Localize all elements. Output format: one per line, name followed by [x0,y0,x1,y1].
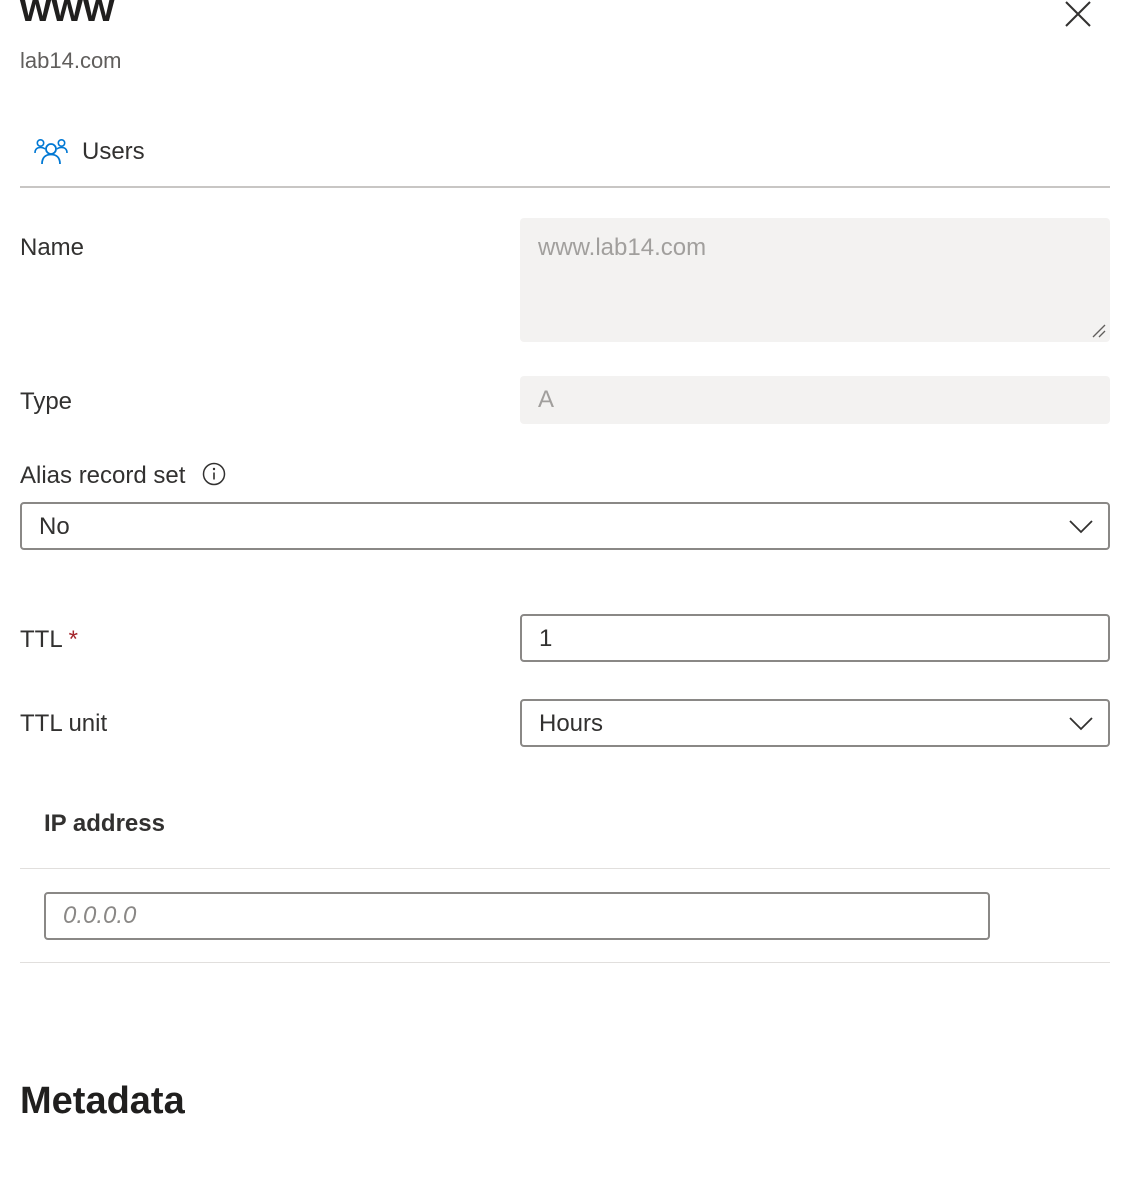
grid-divider [20,962,1110,963]
record-set-panel: www lab14.com Users Name www.lab14.com T… [0,0,1136,1204]
command-bar: Users [20,122,1110,188]
chevron-down-icon [1069,520,1093,534]
type-label: Type [20,388,73,415]
name-field-value: www.lab14.com [538,234,707,261]
users-button-label: Users [82,138,145,165]
ttl-input-value: 1 [539,625,553,652]
close-button[interactable] [1058,0,1098,34]
ttl-label: TTL [20,626,63,653]
panel-title: www [20,0,115,30]
alias-record-set-label-group: Alias record set [20,462,226,490]
name-field: www.lab14.com [520,218,1110,342]
chevron-down-icon [1069,717,1093,731]
resize-grip-icon [1092,324,1106,338]
ttl-input[interactable]: 1 [520,614,1110,662]
grid-divider [20,868,1110,869]
ttl-label-group: TTL * [20,626,78,654]
alias-record-set-label: Alias record set [20,462,186,489]
close-icon [1065,1,1091,27]
name-label: Name [20,234,85,261]
ip-address-input[interactable] [44,892,990,940]
required-indicator: * [68,626,79,653]
users-icon [34,138,68,165]
ttl-unit-value: Hours [539,710,604,737]
type-field-value: A [538,386,555,413]
ttl-unit-label: TTL unit [20,710,108,737]
ttl-unit-dropdown[interactable]: Hours [520,699,1110,747]
type-field: A [520,376,1110,424]
metadata-section-title: Metadata [20,1080,185,1122]
users-button[interactable]: Users [34,134,145,170]
panel-subtitle: lab14.com [20,48,122,73]
alias-record-set-dropdown[interactable]: No [20,502,1110,550]
ip-address-column-header: IP address [44,810,165,837]
alias-record-set-value: No [39,513,70,540]
info-icon[interactable] [202,462,226,486]
